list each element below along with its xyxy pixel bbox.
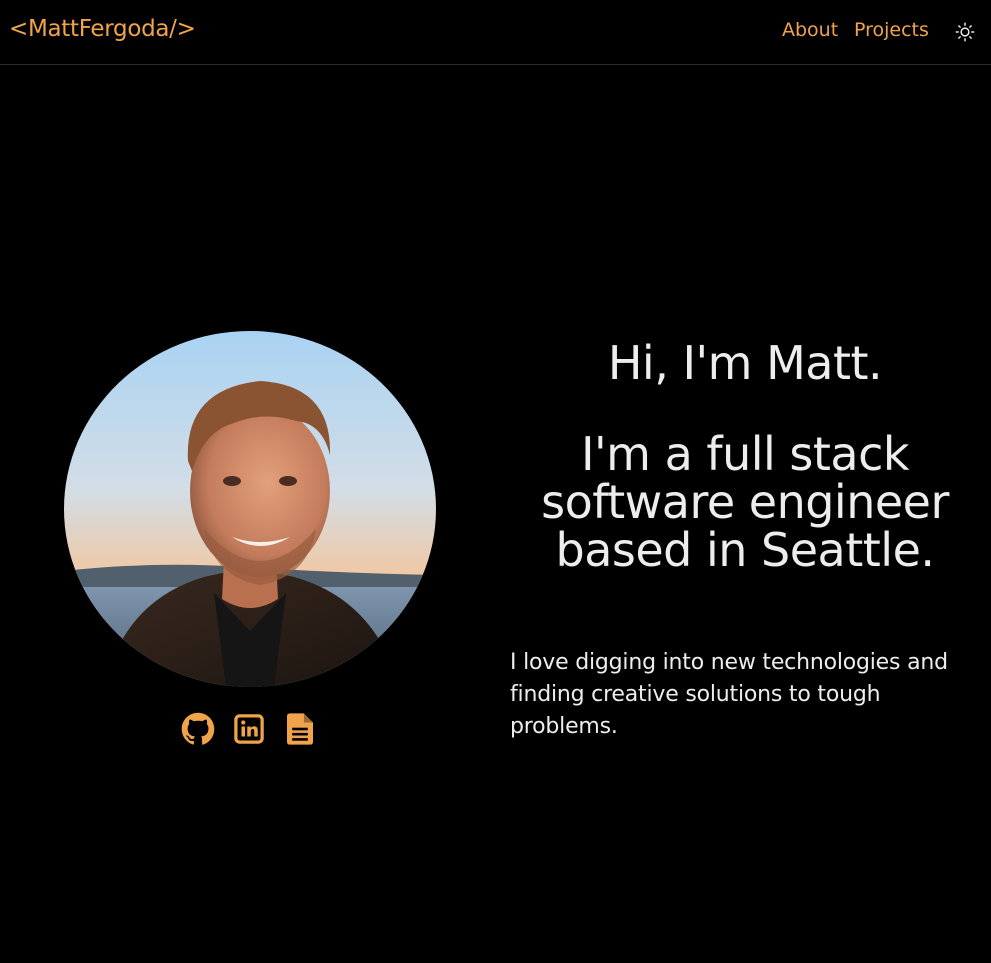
theme-toggle-button[interactable] bbox=[952, 19, 978, 45]
tagline-line: software engineer bbox=[541, 475, 949, 529]
tagline-line: I'm a full stack bbox=[580, 427, 910, 481]
sun-icon bbox=[955, 22, 975, 42]
profile-photo-illustration bbox=[64, 331, 436, 687]
hero-blurb: I love digging into new technologies and… bbox=[510, 650, 948, 739]
hero-greeting: Hi, I'm Matt. bbox=[607, 336, 883, 390]
site-logo-link[interactable]: <MattFergoda/> bbox=[9, 16, 196, 42]
nav-link-about[interactable]: About bbox=[782, 19, 838, 41]
navbar: <MattFergoda/> About Projects bbox=[0, 0, 991, 65]
resume-link[interactable] bbox=[282, 711, 318, 747]
tagline-line: based in Seattle. bbox=[555, 523, 936, 577]
profile-photo bbox=[64, 331, 436, 687]
github-icon bbox=[181, 712, 215, 745]
nav-link-projects[interactable]: Projects bbox=[854, 19, 929, 41]
linkedin-link[interactable] bbox=[231, 711, 267, 747]
resume-document-icon bbox=[287, 713, 313, 745]
linkedin-icon bbox=[234, 714, 264, 744]
hero-heading: Hi, I'm Matt. I'm a full stack software … bbox=[500, 336, 990, 574]
github-link[interactable] bbox=[180, 711, 216, 747]
hero-tagline: I'm a full stack software engineer based… bbox=[500, 430, 990, 574]
